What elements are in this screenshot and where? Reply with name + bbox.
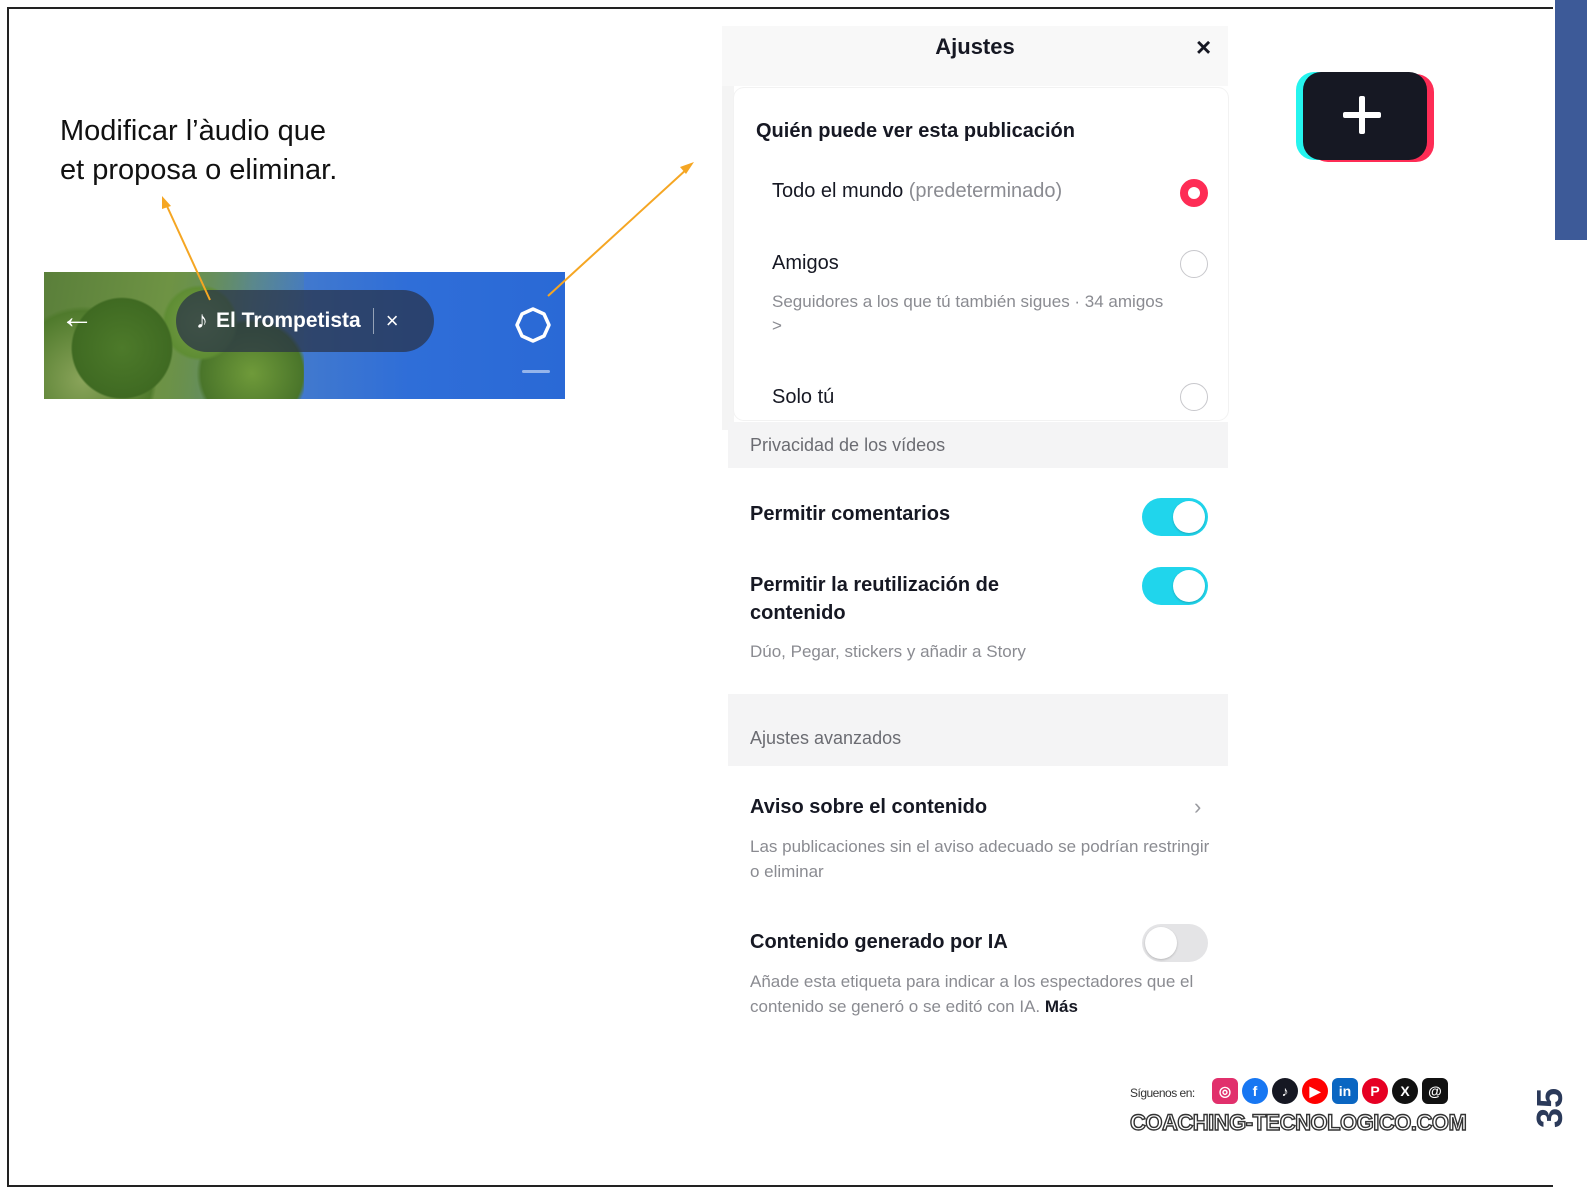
sound-pill[interactable]: ♪ El Trompetista × (176, 290, 434, 352)
music-note-icon: ♪ (196, 307, 208, 334)
tiktok-icon[interactable]: ♪ (1272, 1078, 1298, 1104)
ai-generated-toggle[interactable] (1142, 924, 1208, 962)
toggle-knob (1173, 501, 1205, 533)
toggle-knob (1173, 570, 1205, 602)
pill-divider (372, 308, 374, 334)
youtube-icon[interactable]: ▶ (1302, 1078, 1328, 1104)
radio-everyone[interactable] (1180, 179, 1208, 207)
sound-name: El Trompetista (216, 309, 361, 332)
toggle-knob (1145, 927, 1177, 959)
ai-generated-label: Contenido generado por IA (750, 931, 1008, 953)
sheet-gutter (722, 86, 734, 430)
instagram-icon[interactable]: ◎ (1212, 1078, 1238, 1104)
arrow-left-icon[interactable]: ← (60, 300, 94, 334)
tiktok-create-icon (1296, 72, 1434, 162)
site-name[interactable]: COACHING-TECNOLOGICO.COM (1129, 1109, 1467, 1136)
advanced-label: Ajustes avanzados (750, 728, 902, 748)
settings-title: Ajustes (935, 34, 1015, 59)
option-everyone-label: Todo el mundo (772, 180, 904, 202)
handle-dash (522, 370, 550, 373)
gear-icon[interactable] (514, 306, 552, 344)
allow-reuse-sub: Dúo, Pegar, stickers y añadir a Story (750, 642, 1026, 661)
follow-label: Síguenos en: (1130, 1086, 1195, 1100)
x-icon[interactable]: X (1392, 1078, 1418, 1104)
advanced-band: Ajustes avanzados (728, 694, 1228, 766)
content-disclosure-sub: Las publicaciones sin el aviso adecuado … (750, 837, 1210, 881)
threads-icon[interactable]: @ (1422, 1078, 1448, 1104)
linkedin-icon[interactable]: in (1332, 1078, 1358, 1104)
option-only-me[interactable]: Solo tú (772, 386, 834, 409)
remove-sound-icon[interactable]: × (386, 308, 399, 334)
caption-line-1: Modificar l’àudio que (60, 115, 326, 147)
option-friends-sub[interactable]: Seguidores a los que tú también sigues ·… (772, 290, 1172, 338)
page-number: 35 (1529, 1087, 1570, 1129)
option-friends[interactable]: Amigos (772, 252, 839, 275)
ai-generated-sub: Añade esta etiqueta para indicar a los e… (750, 969, 1210, 1019)
side-accent-bar (1555, 0, 1587, 240)
caption: Modificar l’àudio que et proposa o elimi… (60, 112, 440, 190)
radio-friends[interactable] (1180, 250, 1208, 278)
social-footer: Síguenos en: ◎ f ♪ ▶ in P X @ COACHING-T… (1129, 1078, 1490, 1138)
settings-header: Ajustes × (722, 26, 1228, 86)
content-disclosure-label[interactable]: Aviso sobre el contenido (750, 793, 1070, 821)
video-privacy-band: Privacidad de los vídeos (728, 422, 1228, 468)
allow-reuse-toggle[interactable] (1142, 567, 1208, 605)
more-link[interactable]: Más (1045, 997, 1078, 1016)
facebook-icon[interactable]: f (1242, 1078, 1268, 1104)
who-can-view-title: Quién puede ver esta publicación (756, 120, 1075, 142)
option-everyone-note: (predeterminado) (908, 180, 1063, 202)
allow-reuse-label: Permitir la reutilización de contenido (750, 574, 999, 624)
allow-comments-label: Permitir comentarios (750, 503, 951, 525)
video-privacy-label: Privacidad de los vídeos (750, 435, 946, 455)
chevron-right-icon[interactable]: › (1194, 794, 1201, 820)
pinterest-icon[interactable]: P (1362, 1078, 1388, 1104)
editor-top-bar-screenshot: ← ♪ El Trompetista × (44, 272, 565, 399)
allow-comments-toggle[interactable] (1142, 498, 1208, 536)
settings-panel: Ajustes × Quién puede ver esta publicaci… (722, 26, 1228, 1056)
radio-only-me[interactable] (1180, 383, 1208, 411)
caption-line-2: et proposa o eliminar. (60, 154, 338, 186)
ai-generated-sub-text: Añade esta etiqueta para indicar a los e… (750, 972, 1194, 1016)
option-everyone[interactable]: Todo el mundo (predeterminado) (772, 180, 1062, 203)
close-icon[interactable]: × (1196, 32, 1211, 63)
